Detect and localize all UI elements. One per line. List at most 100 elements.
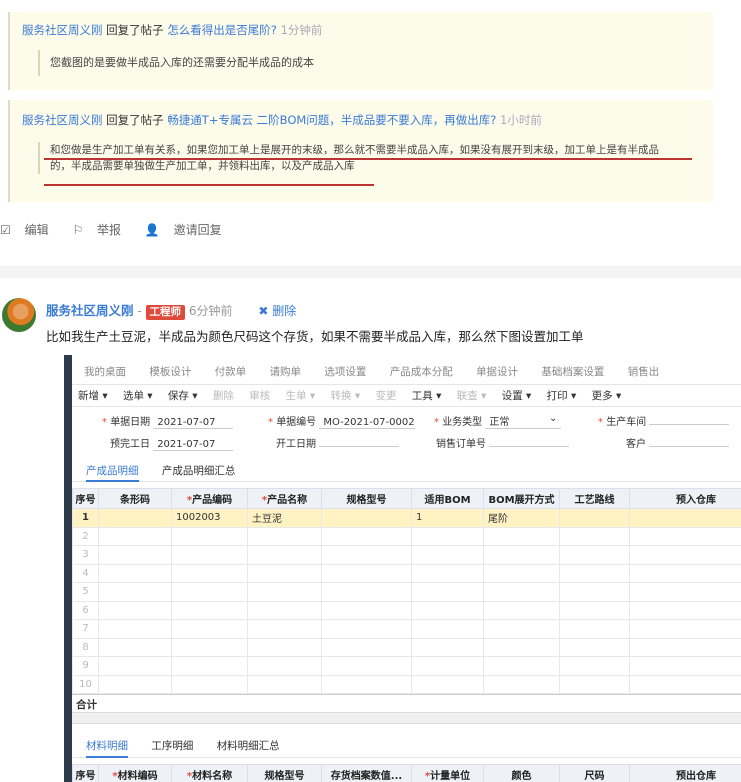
toolbar-approve[interactable]: 审核 [249, 390, 270, 402]
horizontal-scrollbar[interactable] [72, 712, 741, 724]
row-num: 8 [72, 637, 99, 657]
tab-product-summary[interactable]: 产成品明细汇总 [162, 462, 236, 482]
reply-header: 服务社区周义刚 回复了帖子 畅捷通T+专属云 二阶BOM问题，半成品要不要入库，… [22, 112, 542, 128]
cell-spec[interactable] [321, 508, 412, 528]
table-row[interactable]: 5 [72, 582, 741, 602]
col-header: *计量单位 [411, 764, 484, 782]
workshop-field: * 生产车间 [598, 413, 730, 428]
avatar[interactable] [2, 298, 36, 332]
cell-code[interactable]: 1002003 [171, 508, 248, 528]
post-content: 比如我生产土豆泥，半成品为颜色尺码这个存货，如果不需要半成品入库，那么然下图设置… [46, 329, 584, 344]
start-date-input[interactable] [319, 446, 400, 447]
toolbar-delete[interactable]: 删除 [213, 390, 234, 402]
table-row[interactable]: 4 [72, 563, 741, 583]
app-tab[interactable]: 单据设计 [476, 366, 518, 378]
cell-expand[interactable]: 尾阶 [483, 508, 560, 528]
red-underline-2 [44, 184, 374, 186]
reply-content: 您截图的是要做半成品入库的还需要分配半成品的成本 [50, 56, 314, 69]
col-header: 颜色 [483, 764, 560, 782]
table-row[interactable]: 2 [72, 526, 741, 546]
col-header: 预出仓库 [629, 764, 741, 782]
toolbar-settings[interactable]: 设置 ▾ [502, 390, 532, 402]
col-header: *产品名称 [247, 488, 322, 509]
reply-content-line-1: 和您做是生产加工单有关系，如果您加工单上是展开的末级，那么就不需要半成品入库，如… [50, 144, 659, 156]
cell-warehouse[interactable] [629, 508, 741, 528]
app-tab[interactable]: 销售出 [628, 366, 660, 378]
toolbar-query[interactable]: 联查 ▾ [457, 390, 487, 402]
cell-bom[interactable]: 1 [411, 508, 484, 528]
date-input[interactable]: 2021-07-07 [153, 417, 234, 429]
table-header: 序号 *材料编码 *材料名称 规格型号 存货档案数值... *计量单位 颜色 尺… [72, 764, 741, 782]
cell-name[interactable]: 土豆泥 [247, 508, 322, 528]
col-header: 序号 [72, 764, 99, 782]
customer-input[interactable] [649, 446, 730, 447]
row-num: 5 [72, 582, 99, 602]
material-tabs: 材料明细 工序明细 材料明细汇总 [72, 736, 741, 758]
app-tab[interactable]: 请购单 [270, 366, 302, 378]
toolbar-convert[interactable]: 转换 ▾ [331, 390, 361, 402]
toolbar-more[interactable]: 更多 ▾ [592, 390, 622, 402]
cell-route[interactable] [559, 508, 630, 528]
cell-barcode[interactable] [98, 508, 172, 528]
col-header: 尺码 [559, 764, 630, 782]
tab-product-detail[interactable]: 产成品明细 [86, 462, 139, 482]
report-button[interactable]: ⚐ 举报 [72, 223, 131, 237]
row-num: 7 [72, 619, 99, 639]
toolbar-print[interactable]: 打印 ▾ [547, 390, 577, 402]
code-input[interactable]: MO-2021-07-0002 [319, 417, 415, 429]
reply-content-line-2: 的，半成品需要单独做生产加工单，并领料出库，以及产成品入库 [50, 160, 355, 172]
app-tab[interactable]: 产品成本分配 [390, 366, 453, 378]
reply-post-link[interactable]: 怎么看得出是否尾阶? [167, 23, 277, 37]
reply-quote: 您截图的是要做半成品入库的还需要分配半成品的成本 [38, 50, 314, 76]
row-num: 1 [72, 508, 99, 528]
table-row[interactable]: 9 [72, 656, 741, 676]
author-separator: - [137, 304, 142, 318]
type-field: * 业务类型 正常 ⌄ [434, 413, 562, 429]
detail-tabs: 产成品明细 产成品明细汇总 [72, 462, 741, 482]
table-row[interactable]: 8 [72, 637, 741, 657]
table-row[interactable]: 3 [72, 545, 741, 565]
col-header: BOM展开方式 [483, 488, 560, 509]
close-icon: ✖ [258, 304, 269, 318]
author-link[interactable]: 服务社区周义刚 [46, 303, 134, 318]
app-tab[interactable]: 模板设计 [149, 366, 191, 378]
row-num: 10 [72, 674, 99, 694]
reply-user-link[interactable]: 服务社区周义刚 [22, 23, 103, 37]
app-tab[interactable]: 付款单 [215, 366, 247, 378]
reply-user-link[interactable]: 服务社区周义刚 [22, 113, 103, 127]
col-header: *产品编码 [171, 488, 248, 509]
edit-button[interactable]: ☑ 编辑 [0, 223, 59, 237]
workshop-input[interactable] [649, 424, 730, 425]
reply-header: 服务社区周义刚 回复了帖子 怎么看得出是否尾阶? 1分钟前 [22, 22, 322, 38]
customer-field: 客户 [626, 435, 730, 450]
toolbar-save[interactable]: 保存 ▾ [168, 390, 198, 402]
row-num: 9 [72, 656, 99, 676]
toolbar-tools[interactable]: 工具 ▾ [412, 390, 442, 402]
table-row[interactable]: 6 [72, 600, 741, 620]
reply-post-link[interactable]: 畅捷通T+专属云 二阶BOM问题，半成品要不要入库，再做出库? [167, 113, 496, 127]
tab-process-detail[interactable]: 工序明细 [151, 736, 193, 758]
tab-material-detail[interactable]: 材料明细 [86, 736, 128, 758]
edit-icon: ☑ [0, 223, 11, 237]
toolbar: 新增 ▾ 选单 ▾ 保存 ▾ 删除 审核 生单 ▾ 转换 ▾ 变更 工具 ▾ 联… [72, 385, 741, 407]
delete-button[interactable]: ✖ 删除 [258, 304, 296, 318]
toolbar-change[interactable]: 变更 [375, 390, 396, 402]
code-field: * 单据编号 MO-2021-07-0002 [268, 417, 415, 429]
col-header: 预入仓库 [629, 488, 741, 509]
sales-order-input[interactable] [489, 446, 570, 447]
toolbar-new[interactable]: 新增 ▾ [78, 390, 108, 402]
finish-date-input[interactable]: 2021-07-07 [153, 439, 234, 451]
toolbar-generate[interactable]: 生单 ▾ [286, 390, 316, 402]
app-tab[interactable]: 选项设置 [324, 366, 366, 378]
type-select[interactable]: 正常 ⌄ [485, 413, 562, 429]
invite-button[interactable]: 👤 邀请回复 [145, 223, 232, 237]
table-row[interactable]: 7 [72, 619, 741, 639]
table-row[interactable]: 10 [72, 674, 741, 694]
app-tab[interactable]: 我的桌面 [84, 366, 126, 378]
toolbar-select[interactable]: 选单 ▾ [123, 390, 153, 402]
app-tab[interactable]: 基础档案设置 [541, 366, 604, 378]
reply-card-2: 服务社区周义刚 回复了帖子 畅捷通T+专属云 二阶BOM问题，半成品要不要入库，… [8, 100, 713, 202]
tab-material-summary[interactable]: 材料明细汇总 [217, 736, 280, 758]
reply-action: 回复了帖子 [106, 23, 164, 37]
table-row[interactable]: 1 1002003 土豆泥 1 尾阶 [72, 508, 741, 528]
